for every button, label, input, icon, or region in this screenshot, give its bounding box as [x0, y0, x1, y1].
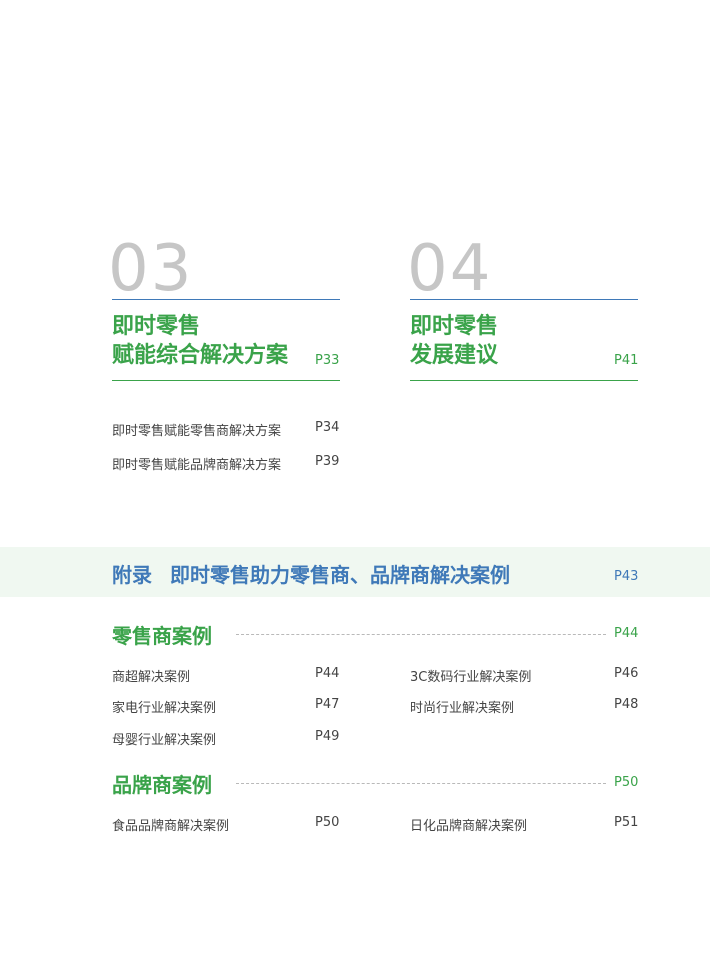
toc-item-retailer-solution[interactable]: 即时零售赋能零售商解决方案	[112, 420, 281, 439]
case-daily-chemical-brand-page[interactable]: P51	[614, 815, 638, 830]
case-home-appliance-page[interactable]: P47	[315, 697, 339, 712]
retailer-cases-page[interactable]: P44	[614, 626, 638, 641]
brand-cases-page[interactable]: P50	[614, 775, 638, 790]
case-daily-chemical-brand[interactable]: 日化品牌商解决案例	[410, 815, 527, 834]
case-supermarket-page[interactable]: P44	[315, 666, 339, 681]
case-3c-digital-page[interactable]: P46	[614, 666, 638, 681]
case-fashion-page[interactable]: P48	[614, 697, 638, 712]
case-mother-baby[interactable]: 母婴行业解决案例	[112, 729, 216, 748]
toc-item-brand-solution[interactable]: 即时零售赋能品牌商解决方案	[112, 454, 281, 473]
section-03-title-line1: 即时零售	[112, 314, 201, 339]
case-mother-baby-page[interactable]: P49	[315, 729, 339, 744]
section-03-top-rule	[112, 299, 340, 300]
retailer-cases-leader	[236, 634, 606, 635]
brand-cases-leader	[236, 783, 606, 784]
brand-cases-title: 品牌商案例	[112, 773, 212, 797]
section-04-title-line2: 发展建议	[410, 343, 499, 368]
toc-page-p34[interactable]: P34	[315, 420, 339, 435]
case-fashion[interactable]: 时尚行业解决案例	[410, 697, 514, 716]
section-03-page[interactable]: P33	[315, 353, 339, 368]
section-04-bottom-rule	[410, 380, 638, 381]
appendix-prefix: 附录	[112, 563, 152, 587]
section-04-number: 04	[407, 232, 493, 306]
section-03-number: 03	[108, 232, 194, 306]
case-food-brand[interactable]: 食品品牌商解决案例	[112, 815, 229, 834]
case-supermarket[interactable]: 商超解决案例	[112, 666, 190, 685]
appendix-title[interactable]: 附录 即时零售助力零售商、品牌商解决案例	[112, 559, 510, 588]
appendix-page[interactable]: P43	[614, 569, 638, 584]
case-food-brand-page[interactable]: P50	[315, 815, 339, 830]
section-04-title-line1: 即时零售	[410, 314, 499, 339]
section-04-top-rule	[410, 299, 638, 300]
appendix-title-text: 即时零售助力零售商、品牌商解决案例	[170, 563, 510, 587]
section-04-page[interactable]: P41	[614, 353, 638, 368]
retailer-cases-title: 零售商案例	[112, 624, 212, 648]
case-3c-digital[interactable]: 3C数码行业解决案例	[410, 666, 531, 685]
case-home-appliance[interactable]: 家电行业解决案例	[112, 697, 216, 716]
section-03-bottom-rule	[112, 380, 340, 381]
toc-page-p39[interactable]: P39	[315, 454, 339, 469]
section-03-title-line2: 赋能综合解决方案	[112, 343, 289, 368]
